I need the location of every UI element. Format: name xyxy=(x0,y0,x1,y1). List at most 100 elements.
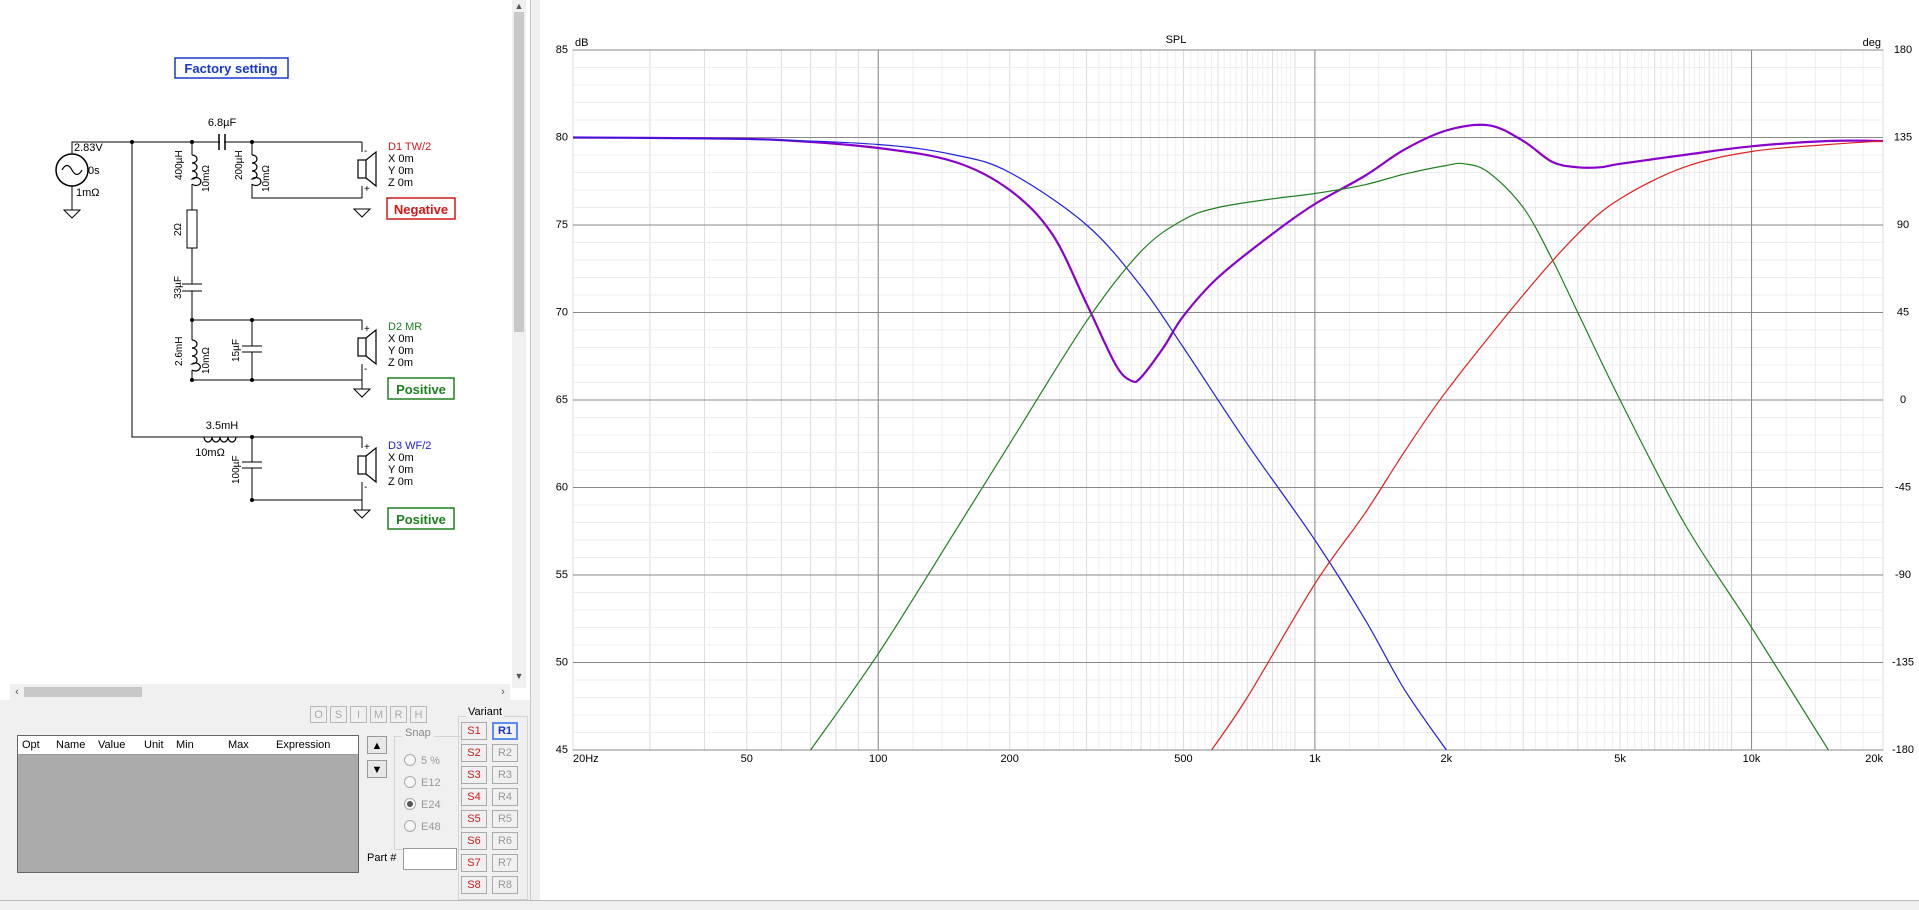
snap-option-5pct[interactable]: 5 % xyxy=(404,754,440,767)
variant-r8-button[interactable]: R8 xyxy=(492,876,518,894)
y2-tick-label: -45 xyxy=(1895,482,1911,494)
d1-y: Y 0m xyxy=(388,165,413,177)
schematic-canvas[interactable]: Factory setting 2.83V 0s 1mΩ 6.8µF 400µH… xyxy=(0,0,510,680)
x-tick-label: 500 xyxy=(1174,753,1192,765)
d3-y: Y 0m xyxy=(388,464,413,476)
ind1-label: 400µH xyxy=(174,150,185,180)
d1-plus-bottom: + xyxy=(364,184,370,195)
d3-plus-bottom: - xyxy=(364,482,367,493)
ind-mr-label: 2.6mH xyxy=(174,337,185,366)
col-min[interactable]: Min xyxy=(172,736,224,754)
variant-s6-button[interactable]: S6 xyxy=(461,832,487,850)
col-unit[interactable]: Unit xyxy=(140,736,172,754)
y2-tick-label: -135 xyxy=(1892,657,1914,669)
d1-plus-top: - xyxy=(364,146,367,157)
y-axis-label: dB xyxy=(575,37,588,49)
source-delay: 0s xyxy=(88,165,100,177)
mini-btn-s[interactable]: S xyxy=(330,706,347,723)
d2-polarity[interactable]: Positive xyxy=(396,382,446,397)
x-tick-label: 5k xyxy=(1614,753,1626,765)
d2-x: X 0m xyxy=(388,333,414,345)
mini-btn-h[interactable]: H xyxy=(410,706,427,723)
part-number-input[interactable] xyxy=(403,848,457,870)
variant-r4-button[interactable]: R4 xyxy=(492,788,518,806)
mini-btn-o[interactable]: O xyxy=(310,706,327,723)
d2-z: Z 0m xyxy=(388,357,413,369)
part-label: Part # xyxy=(367,852,397,864)
y2-tick-label: 0 xyxy=(1900,394,1906,406)
x-tick-label: 200 xyxy=(1000,753,1018,765)
ind1-r-label: 10mΩ xyxy=(201,165,212,192)
y2-tick-label: -180 xyxy=(1892,744,1914,756)
d1-polarity[interactable]: Negative xyxy=(394,202,448,217)
schematic-svg: Factory setting 2.83V 0s 1mΩ 6.8µF 400µH… xyxy=(55,57,456,530)
variant-s4-button[interactable]: S4 xyxy=(461,788,487,806)
mini-btn-i[interactable]: I xyxy=(350,706,367,723)
y2-tick-label: -90 xyxy=(1895,569,1911,581)
variant-r3-button[interactable]: R3 xyxy=(492,766,518,784)
variant-s5-button[interactable]: S5 xyxy=(461,810,487,828)
y-tick-label: 60 xyxy=(556,482,568,494)
ind2-r-label: 10mΩ xyxy=(261,165,272,192)
col-max[interactable]: Max xyxy=(224,736,272,754)
vertical-scroll-thumb[interactable] xyxy=(514,12,524,332)
schematic-vertical-scrollbar[interactable]: ▲ ▼ xyxy=(512,0,526,688)
variant-r5-button[interactable]: R5 xyxy=(492,810,518,828)
mini-btn-r[interactable]: R xyxy=(390,706,407,723)
move-up-button[interactable]: ▲ xyxy=(367,736,387,754)
d3-polarity[interactable]: Positive xyxy=(396,512,446,527)
variant-s3-button[interactable]: S3 xyxy=(461,766,487,784)
y-tick-label: 85 xyxy=(556,44,568,56)
snap-option-e48[interactable]: E48 xyxy=(404,820,441,833)
x-tick-label: 1k xyxy=(1309,753,1321,765)
col-name[interactable]: Name xyxy=(52,736,94,754)
arrow-down-icon: ▼ xyxy=(371,764,383,776)
variant-r1-button[interactable]: R1 xyxy=(492,722,518,740)
col-opt[interactable]: Opt xyxy=(18,736,52,754)
scroll-down-icon[interactable]: ▼ xyxy=(512,670,526,682)
optimizer-area: O S I M R H Opt Name Value Unit Min Max … xyxy=(0,700,530,900)
optimizer-table[interactable]: Opt Name Value Unit Min Max Expression xyxy=(17,735,359,873)
source-voltage: 2.83V xyxy=(74,142,103,154)
col-value[interactable]: Value xyxy=(94,736,140,754)
variant-s8-button[interactable]: S8 xyxy=(461,876,487,894)
d3-plus-top: + xyxy=(364,442,370,453)
scroll-right-icon[interactable]: › xyxy=(496,684,510,700)
variant-s2-button[interactable]: S2 xyxy=(461,744,487,762)
scroll-up-icon[interactable]: ▲ xyxy=(512,0,526,12)
schematic-horizontal-scrollbar[interactable]: ‹ › xyxy=(10,684,510,700)
variant-r6-button[interactable]: R6 xyxy=(492,832,518,850)
y-tick-label: 50 xyxy=(556,657,568,669)
scroll-left-icon[interactable]: ‹ xyxy=(10,684,24,700)
variant-r7-button[interactable]: R7 xyxy=(492,854,518,872)
source-resistance: 1mΩ xyxy=(76,187,100,199)
d2-y: Y 0m xyxy=(388,345,413,357)
variant-s1-button[interactable]: S1 xyxy=(461,722,487,740)
spl-chart[interactable]: 20Hz 50 100 200 500 1k 2k 5k 10k 20k8580757065605… xyxy=(540,0,1919,900)
horizontal-scroll-thumb[interactable] xyxy=(24,687,142,697)
col-expression[interactable]: Expression xyxy=(272,736,352,754)
x-tick-label: 10k xyxy=(1743,753,1761,765)
chart-title: SPL xyxy=(1166,34,1187,46)
y2-tick-label: 90 xyxy=(1897,219,1909,231)
y-tick-label: 65 xyxy=(556,394,568,406)
d2-name: D2 MR xyxy=(388,321,422,333)
optimizer-table-header: Opt Name Value Unit Min Max Expression xyxy=(18,736,358,755)
speaker-icon xyxy=(357,150,377,484)
move-down-button[interactable]: ▼ xyxy=(367,760,387,778)
d3-x: X 0m xyxy=(388,452,414,464)
snap-option-e24[interactable]: E24 xyxy=(404,798,441,811)
snap-option-e12[interactable]: E12 xyxy=(404,776,441,789)
spl-chart-panel: 20Hz 50 100 200 500 1k 2k 5k 10k 20k 85 80 75 70 65 60 5… xyxy=(540,0,1919,900)
variant-r2-button[interactable]: R2 xyxy=(492,744,518,762)
x-tick-label: 2k xyxy=(1441,753,1453,765)
y2-tick-label: 45 xyxy=(1897,307,1909,319)
y-tick-label: 55 xyxy=(556,569,568,581)
mini-btn-m[interactable]: M xyxy=(370,706,387,723)
d1-x: X 0m xyxy=(388,153,414,165)
y-tick-label: 80 xyxy=(556,132,568,144)
x-tick-label: 20k xyxy=(1865,753,1883,765)
x-tick-label: 20Hz xyxy=(573,753,599,765)
snap-title: Snap xyxy=(402,727,434,739)
variant-s7-button[interactable]: S7 xyxy=(461,854,487,872)
